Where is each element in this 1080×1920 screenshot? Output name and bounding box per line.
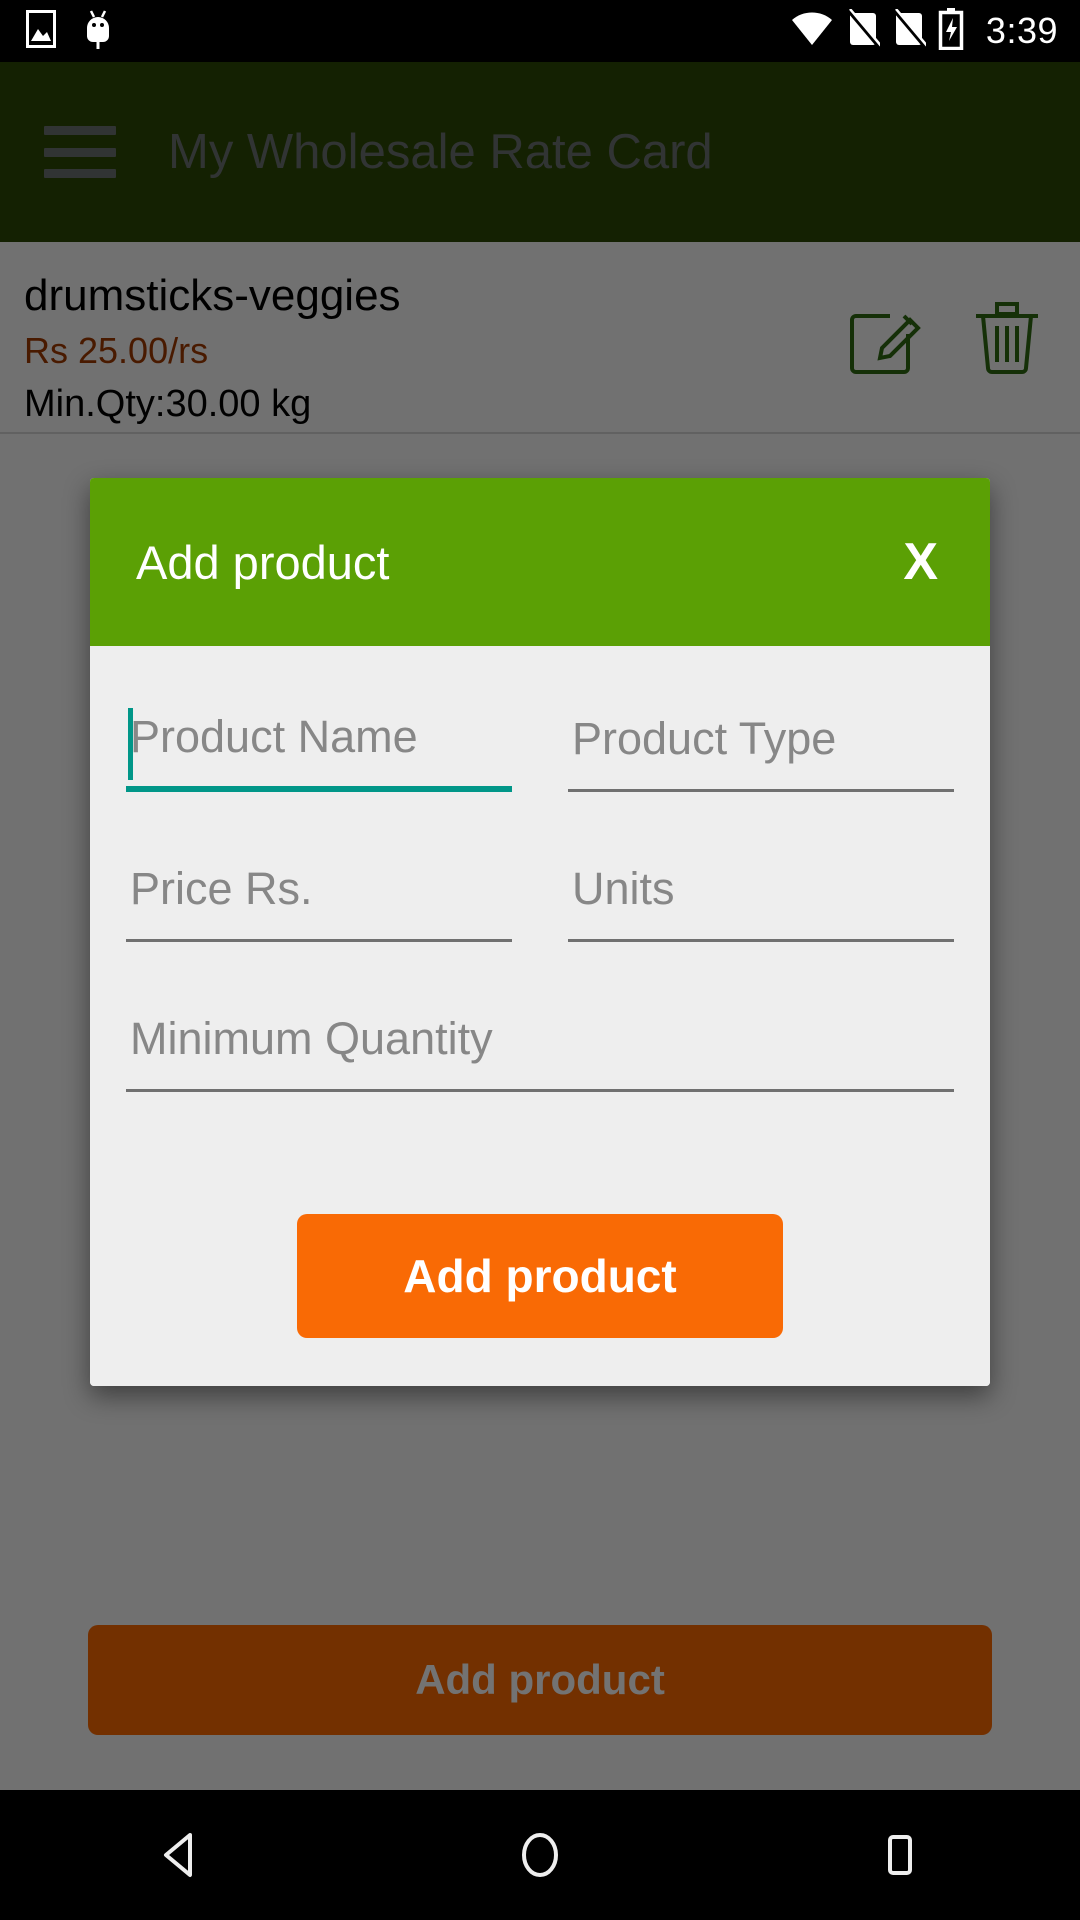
minimum-quantity-input[interactable]	[126, 1002, 954, 1092]
product-type-field[interactable]	[568, 702, 954, 852]
dialog-body: Add product	[90, 646, 990, 1386]
price-input[interactable]	[126, 852, 512, 942]
minimum-quantity-field[interactable]	[126, 1002, 954, 1152]
android-navigation-bar	[0, 1790, 1080, 1920]
price-field[interactable]	[126, 852, 512, 1002]
add-product-dialog: Add product X Add pro	[90, 478, 990, 1386]
product-name-field[interactable]	[126, 702, 512, 852]
status-bar: 3:39	[0, 0, 1080, 62]
units-field[interactable]	[568, 852, 954, 1002]
status-bar-clock: 3:39	[985, 10, 1058, 51]
recents-square-icon[interactable]	[825, 1790, 975, 1920]
dialog-header: Add product X	[90, 478, 990, 646]
status-bar-right-icons: 3:39	[790, 6, 1058, 55]
product-name-input[interactable]	[126, 702, 512, 792]
dialog-close-button[interactable]: X	[893, 526, 948, 598]
battery-charging-icon	[938, 7, 964, 55]
no-sim-2-icon	[892, 6, 929, 54]
no-sim-1-icon	[846, 6, 883, 54]
android-bug-icon	[82, 8, 114, 55]
wifi-icon	[790, 11, 834, 52]
back-triangle-icon[interactable]	[105, 1790, 255, 1920]
field-row-3	[126, 1002, 954, 1152]
gallery-icon	[26, 9, 56, 53]
units-input[interactable]	[568, 852, 954, 942]
text-cursor	[128, 708, 133, 780]
product-type-input[interactable]	[568, 702, 954, 792]
dialog-add-product-button[interactable]: Add product	[297, 1214, 783, 1338]
field-row-1	[126, 702, 954, 852]
home-circle-icon[interactable]	[465, 1790, 615, 1920]
dialog-title: Add product	[136, 535, 390, 589]
dialog-submit-wrap: Add product	[126, 1214, 954, 1338]
status-bar-left-icons	[26, 8, 114, 55]
field-row-2	[126, 852, 954, 1002]
